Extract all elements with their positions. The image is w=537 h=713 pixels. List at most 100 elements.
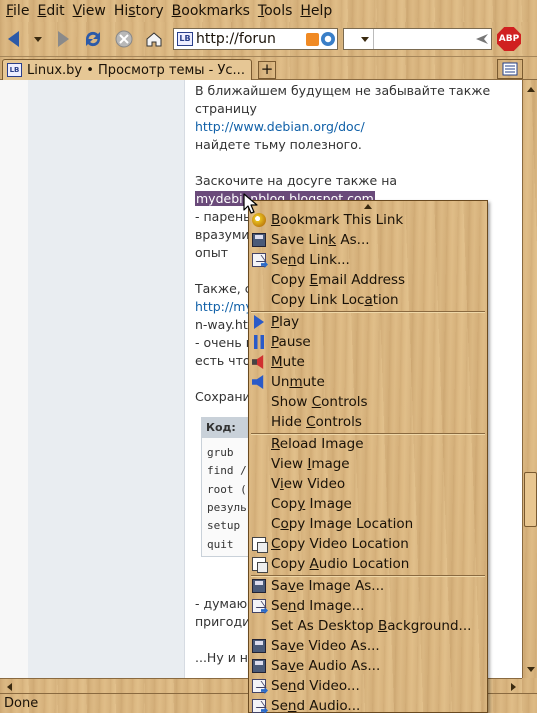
menu-tools[interactable]: Tools (254, 0, 297, 22)
search-engine-selector[interactable] (344, 29, 374, 49)
rss-feed-icon[interactable] (306, 32, 319, 46)
label-post: tion (372, 292, 399, 308)
search-bar[interactable] (343, 28, 492, 50)
access-key: M (271, 354, 283, 370)
site-identity-icon[interactable] (321, 32, 335, 46)
post-text-line: http://www.debian.org/doc/ (195, 118, 365, 136)
menu-item-send-link[interactable]: Send Link... (249, 250, 487, 270)
label-pre: Sa (271, 638, 288, 654)
menu-item-copy-image[interactable]: Copy Image (249, 494, 487, 514)
scroll-left-icon (6, 682, 12, 691)
access-key: B (271, 212, 281, 228)
code-line: grub (207, 446, 234, 459)
vertical-scrollbar[interactable] (522, 80, 537, 678)
label-pre: Cop (271, 496, 298, 512)
menu-bookmarks[interactable]: Bookmarks (168, 0, 254, 22)
post-text-line: - думаю (195, 595, 247, 613)
scroll-up-button[interactable] (524, 82, 537, 96)
menu-item-save-audio-as[interactable]: Save Audio As... (249, 656, 487, 676)
menu-item-copy-email-address[interactable]: Copy Email Address (249, 270, 487, 290)
menu-item-copy-audio-location[interactable]: Copy Audio Location (249, 554, 487, 574)
mail-send-icon (252, 253, 266, 267)
access-key: m (289, 374, 303, 390)
vertical-scroll-thumb[interactable] (524, 472, 537, 527)
tab-current[interactable]: LB Linux.by • Просмотр темы - Ус... (2, 59, 252, 80)
menu-item-show-controls[interactable]: Show Controls (249, 392, 487, 412)
post-text: Заскочите на досуге также на (195, 173, 398, 188)
back-arrow-icon (7, 31, 19, 47)
menu-item-view-video[interactable]: View Video (249, 474, 487, 494)
menu-view[interactable]: View (69, 0, 110, 22)
access-key: A (309, 556, 319, 572)
back-history-dropdown[interactable] (33, 27, 43, 51)
home-icon (146, 32, 162, 47)
menu-edit[interactable]: Edit (33, 0, 68, 22)
tab-list-button[interactable] (497, 59, 523, 79)
url-text[interactable]: http://forun (196, 31, 306, 47)
post-text-line: В ближайшем будущем не забывайте также (195, 82, 490, 100)
access-key: P (271, 334, 279, 350)
menu-history[interactable]: History (110, 0, 168, 22)
menu-item-save-link-as[interactable]: Save Link As... (249, 230, 487, 250)
tab-favicon: LB (7, 63, 22, 77)
menu-item-play[interactable]: Play (249, 312, 487, 332)
access-key: k (328, 232, 337, 248)
mute-speaker-icon (252, 355, 264, 369)
label-post: ute (302, 374, 325, 390)
label-post: As... (336, 232, 370, 248)
label-pre: Se (271, 678, 288, 694)
url-bar[interactable]: LB http://forun (173, 28, 338, 50)
label-post: ackground... (387, 618, 472, 634)
scroll-left-button[interactable] (2, 680, 16, 693)
new-tab-button[interactable]: + (258, 61, 276, 79)
search-go-icon (476, 34, 488, 44)
scroll-up-icon (526, 86, 535, 92)
menu-item-mute[interactable]: Mute (249, 352, 487, 372)
forward-button[interactable] (54, 27, 72, 51)
scroll-down-button[interactable] (524, 662, 537, 676)
home-button[interactable] (143, 27, 165, 51)
label-pre: Save Lin (271, 232, 329, 248)
reload-button[interactable] (81, 27, 105, 51)
menu-item-save-image-as[interactable]: Save Image As... (249, 576, 487, 596)
adblock-plus-button[interactable]: ABP (497, 27, 521, 51)
label-pre: View (271, 456, 308, 472)
menu-item-copy-link-location[interactable]: Copy Link Location (249, 290, 487, 310)
back-button[interactable] (4, 27, 22, 51)
menu-item-set-as-desktop-background[interactable]: Set As Desktop Background... (249, 616, 487, 636)
post-text-line: Также, с (195, 280, 252, 298)
menu-item-copy-video-location[interactable]: Copy Video Location (249, 534, 487, 554)
menu-item-hide-controls[interactable]: Hide Controls (249, 412, 487, 432)
post-text-line: ...Ну и не (195, 649, 256, 667)
menu-item-save-video-as[interactable]: Save Video As... (249, 636, 487, 656)
menu-item-bookmark-this-link[interactable]: Bookmark This Link (249, 210, 487, 230)
site-favicon: LB (177, 32, 193, 46)
menu-item-reload-image[interactable]: Reload Image (249, 434, 487, 454)
label-post: ause (278, 334, 311, 350)
chevron-down-icon (361, 36, 369, 42)
post-link[interactable]: http://my (195, 299, 253, 314)
menu-item-send-audio[interactable]: Send Audio... (249, 696, 487, 713)
speaker-icon (252, 375, 264, 389)
label-post: e Audio As... (295, 658, 381, 674)
menu-help[interactable]: Help (296, 0, 336, 22)
menu-file[interactable]: File (2, 0, 33, 22)
menu-item-copy-image-location[interactable]: Copy Image Location (249, 514, 487, 534)
post-link[interactable]: http://www.debian.org/doc/ (195, 119, 365, 134)
search-go-button[interactable] (473, 32, 491, 46)
label-post: py Image Location (288, 516, 414, 532)
scroll-right-button[interactable] (506, 680, 520, 693)
access-key: V (72, 3, 82, 19)
access-key: E (37, 3, 47, 19)
menu-item-unmute[interactable]: Unmute (249, 372, 487, 392)
forward-arrow-icon (57, 31, 69, 47)
menu-item-send-video[interactable]: Send Video... (249, 676, 487, 696)
label-post: ute (282, 354, 305, 370)
label-post: ookmarks (181, 3, 250, 19)
label-post: iew (81, 3, 106, 19)
scroll-right-icon (510, 682, 516, 691)
menu-item-send-image[interactable]: Send Image... (249, 596, 487, 616)
stop-button[interactable] (112, 27, 136, 51)
menu-item-view-image[interactable]: View Image (249, 454, 487, 474)
menu-item-pause[interactable]: Pause (249, 332, 487, 352)
